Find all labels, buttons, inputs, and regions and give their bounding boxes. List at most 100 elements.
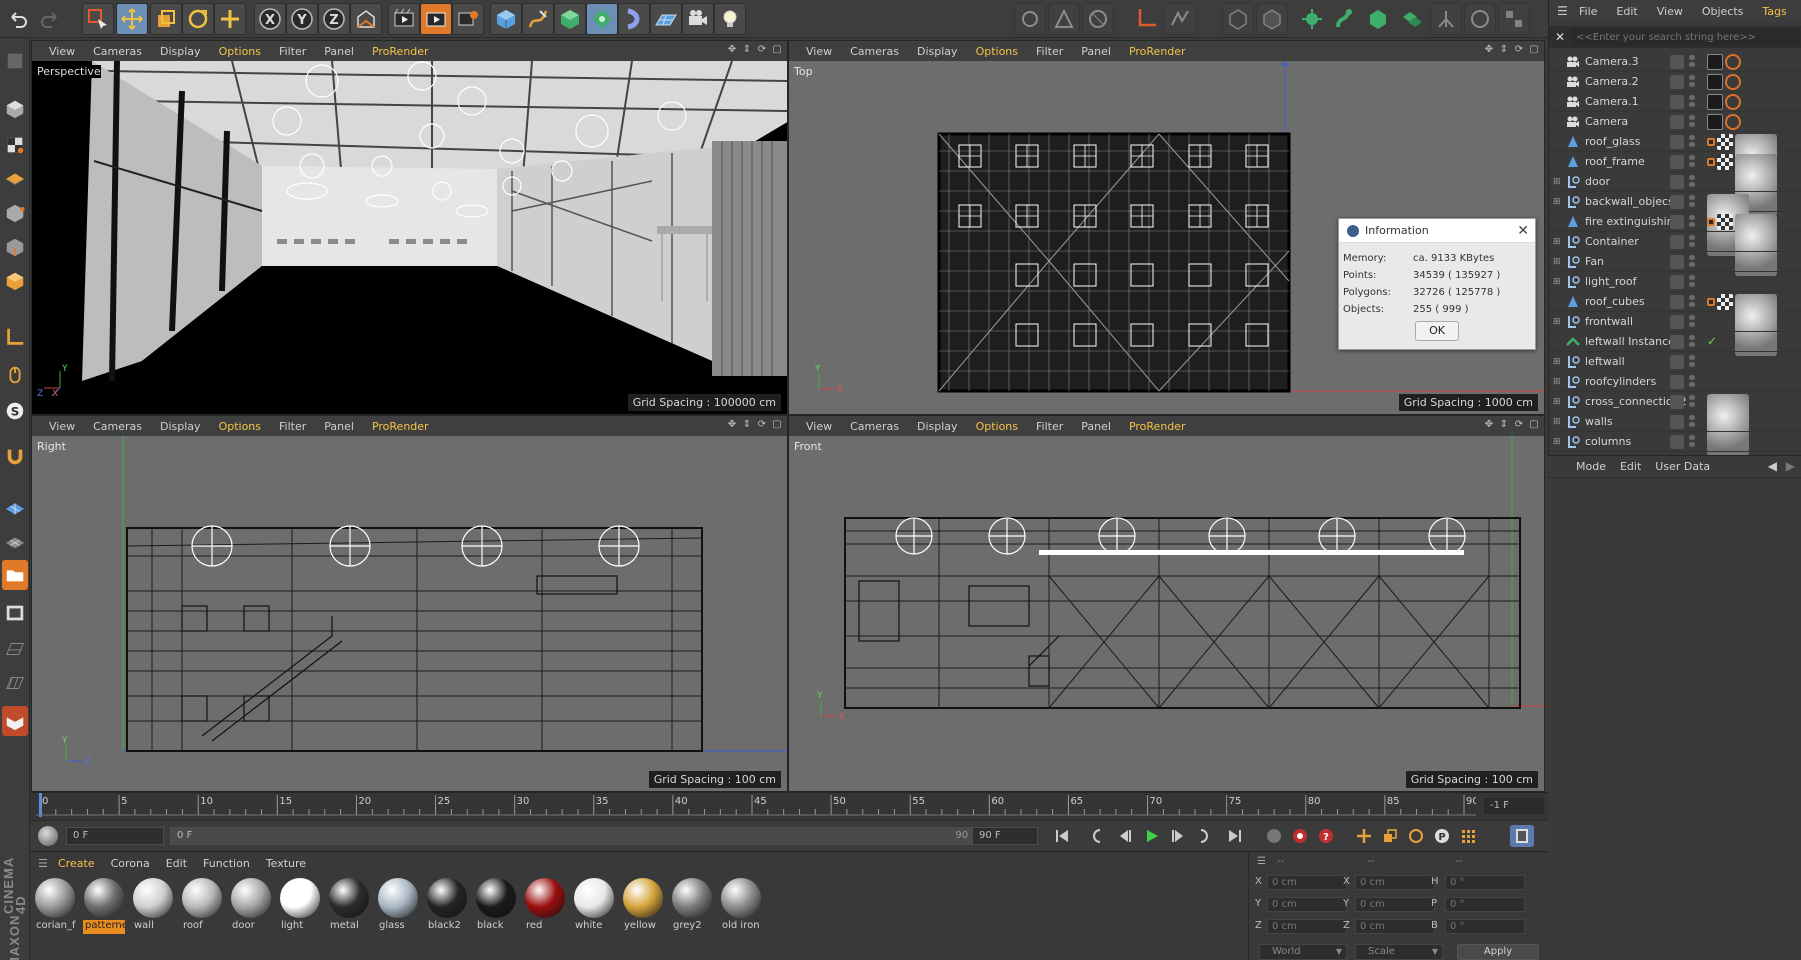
panel-stack-icon[interactable]: ☰ <box>1257 856 1266 867</box>
snap-icon[interactable] <box>1396 3 1428 35</box>
viewport-menu-cameras[interactable]: Cameras <box>84 45 151 58</box>
enable-toggle-icon[interactable] <box>1670 195 1684 209</box>
go-to-start-icon[interactable] <box>1050 825 1074 847</box>
object-row[interactable]: Camera.1 <box>1549 92 1801 112</box>
viewport-menu-prorender[interactable]: ProRender <box>363 420 438 433</box>
check-tag-icon[interactable]: ✓ <box>1707 334 1723 350</box>
z-axis-lock-icon[interactable]: Z <box>318 3 350 35</box>
viewport-menu-filter[interactable]: Filter <box>1027 420 1072 433</box>
texture-tag-icon[interactable] <box>1717 134 1733 150</box>
object-row[interactable]: Camera.3 <box>1549 52 1801 72</box>
zoom-view-icon[interactable]: ⇕ <box>741 419 753 431</box>
coordinate-value-field[interactable]: 0 ° <box>1445 919 1525 934</box>
object-row[interactable]: ⊞ leftwall <box>1549 352 1801 372</box>
current-frame-field[interactable]: 0 F <box>66 827 164 845</box>
snap-s-icon[interactable]: S <box>2 396 28 426</box>
phong-tag-icon[interactable] <box>1707 138 1715 146</box>
parameter-key-icon[interactable]: P <box>1430 825 1454 847</box>
material-menu-corona[interactable]: Corona <box>111 857 150 870</box>
points-mode-icon[interactable] <box>2 198 28 228</box>
edges-mode-icon[interactable] <box>1256 3 1288 35</box>
maximize-view-icon[interactable]: ▢ <box>1528 44 1540 56</box>
undo-icon[interactable] <box>2 3 34 35</box>
viewport-perspective[interactable]: View Cameras Display Options Filter Panel ProR… <box>31 40 788 415</box>
protection-tag-icon[interactable] <box>1725 114 1741 130</box>
texture-mode-icon[interactable] <box>1082 3 1114 35</box>
frame-range-slider[interactable]: 0 F 90 F <box>170 827 984 845</box>
render-settings-icon[interactable] <box>452 3 484 35</box>
zoom-view-icon[interactable]: ⇕ <box>1498 419 1510 431</box>
pen-spline-icon[interactable] <box>522 3 554 35</box>
material-swatch[interactable]: black <box>475 878 517 940</box>
viewport-menu-cameras[interactable]: Cameras <box>84 420 151 433</box>
object-menu-edit[interactable]: Edit <box>1616 5 1646 18</box>
coordinate-value-field[interactable]: 0 cm <box>1267 919 1347 934</box>
camera-tag-icon[interactable] <box>1707 94 1723 110</box>
protection-tag-icon[interactable] <box>1725 94 1741 110</box>
folder-icon[interactable] <box>2 560 28 590</box>
record-keys-icon[interactable] <box>1262 825 1286 847</box>
visibility-dots-icon[interactable] <box>1689 135 1703 149</box>
magnet-icon[interactable] <box>2 442 28 472</box>
expand-icon[interactable]: ⊞ <box>1553 197 1563 207</box>
rotate-view-icon[interactable]: ⟳ <box>756 44 768 56</box>
visibility-dots-icon[interactable] <box>1689 375 1703 389</box>
zoom-view-icon[interactable]: ⇕ <box>741 44 753 56</box>
keyframe-selection-icon[interactable]: ? <box>1314 825 1338 847</box>
expand-icon[interactable]: ⊞ <box>1553 437 1563 447</box>
material-swatch[interactable]: patterne <box>83 878 125 940</box>
autokey-icon[interactable] <box>1288 825 1312 847</box>
enable-toggle-icon[interactable] <box>1670 75 1684 89</box>
forward-arrow-icon[interactable]: ▶ <box>1786 459 1795 473</box>
viewport-menu-panel[interactable]: Panel <box>1072 420 1120 433</box>
timeline[interactable]: 0 5 10 15 20 25 30 35 40 45 50 55 60 65 70 75 80 85 90 -1 … <box>30 792 1548 820</box>
enable-toggle-icon[interactable] <box>1670 95 1684 109</box>
viewport-menu-filter[interactable]: Filter <box>270 420 315 433</box>
viewport-menu-view[interactable]: View <box>797 420 841 433</box>
workplane-icon[interactable] <box>1430 3 1462 35</box>
material-swatch[interactable]: light <box>279 878 321 940</box>
object-search-input[interactable] <box>1571 28 1799 46</box>
protection-tag-icon[interactable] <box>1725 54 1741 70</box>
move-view-icon[interactable]: ✥ <box>726 419 738 431</box>
viewport-menu-prorender[interactable]: ProRender <box>1120 420 1195 433</box>
object-row[interactable]: Camera <box>1549 112 1801 132</box>
enable-toggle-icon[interactable] <box>1670 355 1684 369</box>
object-row[interactable]: leftwall Instance ✓ <box>1549 332 1801 352</box>
visibility-dots-icon[interactable] <box>1689 395 1703 409</box>
axis-mode-icon[interactable] <box>1130 3 1162 35</box>
phong-tag-icon[interactable] <box>1707 158 1715 166</box>
enable-toggle-icon[interactable] <box>1670 55 1684 69</box>
viewport-menu-cameras[interactable]: Cameras <box>841 45 908 58</box>
coordinate-space-dropdown[interactable]: World ▼ <box>1259 944 1347 960</box>
material-menu-texture[interactable]: Texture <box>266 857 306 870</box>
make-editable-icon[interactable] <box>1014 3 1046 35</box>
enable-toggle-icon[interactable] <box>1670 295 1684 309</box>
object-row[interactable]: roof_cubes <box>1549 292 1801 356</box>
ok-button[interactable]: OK <box>1415 321 1459 341</box>
coordinate-system-icon[interactable] <box>350 3 382 35</box>
subdivision-surface-icon[interactable] <box>554 3 586 35</box>
workplane-icon[interactable] <box>2 492 28 522</box>
object-row[interactable]: ⊞ door <box>1549 172 1801 192</box>
viewport-menu-panel[interactable]: Panel <box>1072 45 1120 58</box>
object-row[interactable]: ⊞ roofcylinders <box>1549 372 1801 392</box>
viewport-menu-filter[interactable]: Filter <box>270 45 315 58</box>
corona-icon[interactable] <box>2 706 28 736</box>
material-swatch[interactable]: yellow <box>622 878 664 940</box>
object-menu-view[interactable]: View <box>1657 5 1692 18</box>
material-swatch[interactable]: metal <box>328 878 370 940</box>
visibility-dots-icon[interactable] <box>1689 175 1703 189</box>
previous-frame-icon[interactable] <box>1112 825 1136 847</box>
object-row[interactable]: ⊞ Fan <box>1549 252 1801 272</box>
rotate-view-icon[interactable]: ⟳ <box>1513 419 1525 431</box>
viewport-menu-display[interactable]: Display <box>908 420 967 433</box>
object-row[interactable]: ⊞ Container <box>1549 232 1801 252</box>
layout-icon[interactable] <box>2 46 28 76</box>
enable-toggle-icon[interactable] <box>1670 435 1684 449</box>
material-swatch[interactable]: black2 <box>426 878 468 940</box>
visibility-dots-icon[interactable] <box>1689 195 1703 209</box>
tweak-mode-icon[interactable] <box>1164 3 1196 35</box>
object-row[interactable]: roof_frame <box>1549 152 1801 216</box>
render-to-picture-viewer-icon[interactable] <box>420 3 452 35</box>
